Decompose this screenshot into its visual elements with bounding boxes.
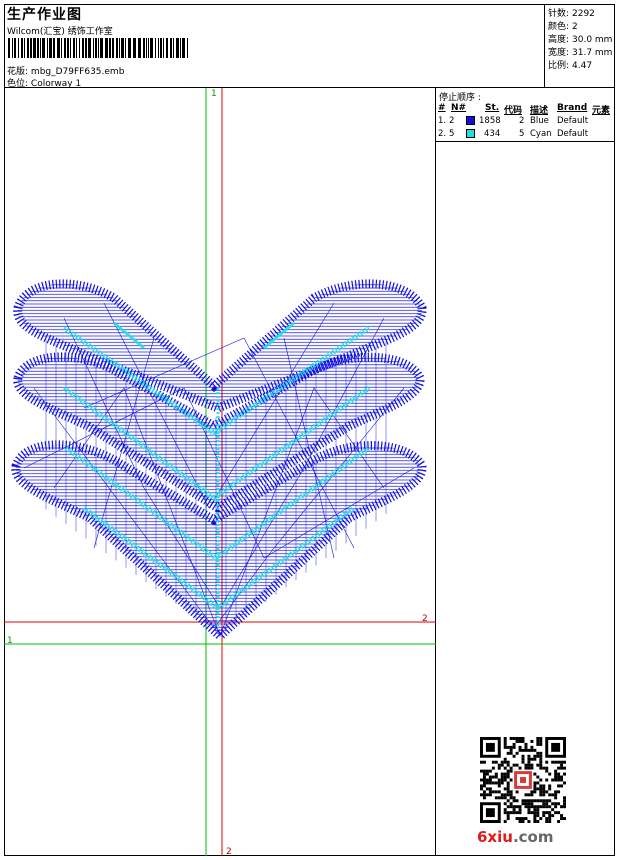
stat-stitches: 针数: 2292 <box>548 9 595 19</box>
col-header-element: 元素 <box>592 106 611 116</box>
axis-label-top: 1 <box>211 89 217 99</box>
studio-name: Wilcom(汇宝) 绣饰工作室 <box>7 27 113 37</box>
stop-sequence-panel: 停止顺序 : # N# St. 代码 描述 Brand 元素 1. 2 1858… <box>436 88 615 142</box>
col-header-description: 描述 <box>530 106 549 116</box>
qr-code <box>480 737 566 823</box>
embroidery-preview: 1 1 2 2 <box>4 88 436 857</box>
col-header-stitches: St. <box>485 103 500 113</box>
col-header-needle: N# <box>451 103 467 113</box>
axis-label-right: 2 <box>422 614 428 624</box>
color-swatch-cyan <box>466 129 475 138</box>
embroidery-design <box>11 279 427 643</box>
axis-label-left: 1 <box>7 636 13 646</box>
stat-colors: 颜色: 2 <box>548 22 578 32</box>
stat-height: 高度: 30.0 mm <box>548 35 613 45</box>
site-watermark: 6xiu.com <box>477 828 554 846</box>
design-canvas[interactable]: 1 1 2 2 <box>4 88 436 857</box>
col-header-index: # <box>438 103 446 113</box>
col-header-brand: Brand <box>557 103 588 113</box>
stat-scale: 比例: 4.47 <box>548 61 593 71</box>
stat-width: 宽度: 31.7 mm <box>548 48 613 58</box>
color-swatch-blue <box>466 116 475 125</box>
axis-label-bottom: 2 <box>226 847 232 856</box>
page-title: 生产作业图 <box>7 7 82 23</box>
barcode <box>8 38 188 58</box>
stop-sequence-title: 停止顺序 : <box>439 93 481 103</box>
col-header-code: 代码 <box>504 106 523 116</box>
